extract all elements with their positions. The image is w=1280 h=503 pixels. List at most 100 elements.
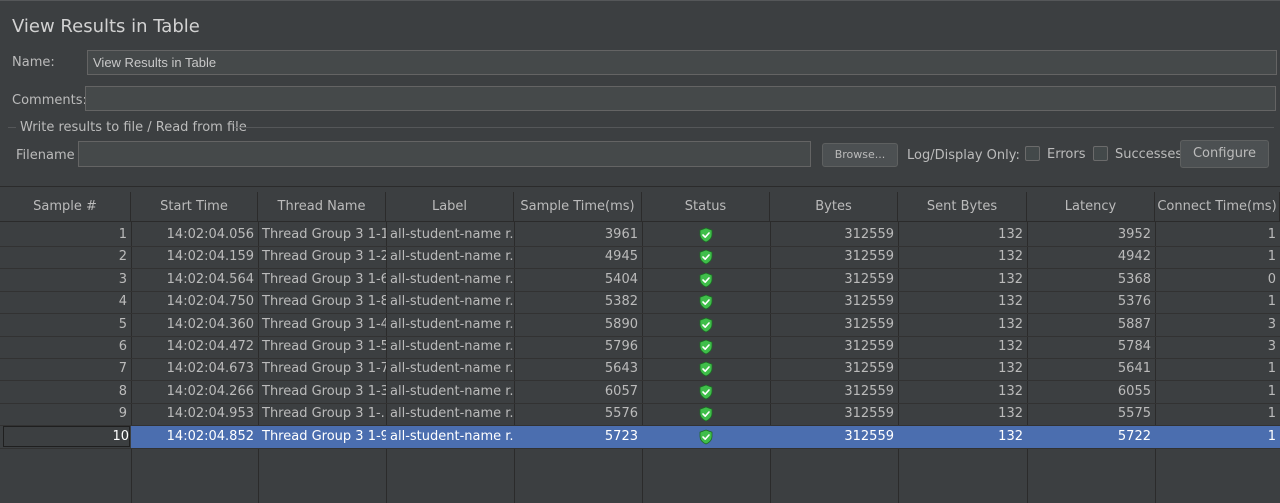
shield-check-icon [698,384,714,403]
cell-start-time: 14:02:04.852 [131,426,258,448]
filename-field[interactable] [78,141,811,167]
errors-checkbox[interactable] [1025,146,1040,161]
group-border-left [8,127,16,128]
cell-status [642,426,770,448]
cell-connect-time: 1 [1267,249,1276,264]
table-row[interactable]: 2 14:02:04.159 Thread Group 3 1-2 all-stude… [0,246,1280,268]
cell-status [642,224,770,246]
cell-latency: 3952 [1117,227,1151,242]
cell-bytes: 312559 [770,426,898,448]
table-row[interactable]: 3 14:02:04.564 Thread Group 3 1-6 all-stude… [0,269,1280,291]
cell-sample-number: 1 [118,227,127,242]
cell-start-time: 14:02:04.159 [166,249,254,264]
table-row[interactable]: 4 14:02:04.750 Thread Group 3 1-8 all-stude… [0,291,1280,313]
column-header-status[interactable]: Status [642,192,770,221]
row-divider [0,448,1280,449]
cell-latency: 5368 [1117,272,1151,287]
cell-sent-bytes: 132 [998,317,1023,332]
cell-sample-time: 5382 [604,294,638,309]
cell-sample-time: 5576 [604,406,638,421]
table-row[interactable]: 1 14:02:04.056 Thread Group 3 1-1 all-stude… [0,224,1280,246]
cell-label: all-student-name r... [390,339,514,354]
table-row[interactable]: 7 14:02:04.673 Thread Group 3 1-7 all-stude… [0,358,1280,380]
name-field[interactable] [87,50,1277,75]
cell-sample-time: 5890 [604,317,638,332]
cell-connect-time: 3 [1267,317,1276,332]
column-header-sample-time[interactable]: Sample Time(ms) [514,192,642,221]
successes-checkbox[interactable] [1093,146,1108,161]
table-row[interactable]: 8 14:02:04.266 Thread Group 3 1-3 all-stude… [0,381,1280,403]
cell-bytes: 312559 [844,361,894,376]
cell-label: all-student-name r... [390,294,514,309]
cell-thread-name: Thread Group 3 1-4 [262,317,386,332]
column-header-thread-name[interactable]: Thread Name [258,192,386,221]
column-header-bytes[interactable]: Bytes [770,192,898,221]
cell-bytes: 312559 [844,227,894,242]
cell-sample-time: 4945 [604,249,638,264]
column-header-label[interactable]: Label [386,192,514,221]
cell-start-time: 14:02:04.266 [166,384,254,399]
browse-button[interactable]: Browse... [822,143,898,167]
successes-label: Successes [1115,147,1183,162]
table-row[interactable]: 10 14:02:04.852 Thread Group 3 1-9 all-stud… [0,426,1280,448]
cell-sample-number: 5 [118,317,127,332]
cell-label: all-student-name r... [390,317,514,332]
cell-connect-time: 1 [1267,227,1276,242]
table-row[interactable]: 9 14:02:04.953 Thread Group 3 1-... all-stu… [0,403,1280,425]
cell-latency: 5887 [1117,317,1151,332]
cell-sent-bytes: 132 [898,426,1027,448]
cell-sent-bytes: 132 [998,361,1023,376]
comments-field[interactable] [85,86,1276,111]
cell-sample-time: 6057 [604,384,638,399]
table-row[interactable]: 5 14:02:04.360 Thread Group 3 1-4 all-stude… [0,314,1280,336]
cell-thread-name: Thread Group 3 1-8 [262,294,386,309]
cell-sample-number: 4 [118,294,127,309]
cell-status [642,291,770,313]
configure-button[interactable]: Configure [1180,140,1269,168]
cell-start-time: 14:02:04.673 [166,361,254,376]
column-header-sent-bytes[interactable]: Sent Bytes [898,192,1027,221]
cell-sample-number: 9 [118,406,127,421]
cell-sent-bytes: 132 [998,272,1023,287]
table-row[interactable]: 6 14:02:04.472 Thread Group 3 1-5 all-stude… [0,336,1280,358]
cell-status [642,269,770,291]
cell-latency: 5575 [1117,406,1151,421]
cell-sample-number: 7 [118,361,127,376]
sample-number-editor[interactable]: 10 [3,426,130,447]
cell-connect-time: 1 [1267,361,1276,376]
cell-sample-number: 6 [118,339,127,354]
cell-label: all-student-name r... [390,361,514,376]
panel-separator [0,186,1280,187]
cell-sent-bytes: 132 [998,294,1023,309]
column-header-sample-number[interactable]: Sample # [0,192,131,221]
shield-check-icon [698,429,714,448]
column-header-start-time[interactable]: Start Time [131,192,258,221]
cell-bytes: 312559 [844,384,894,399]
cell-sample-time: 5723 [514,426,642,448]
cell-thread-name: Thread Group 3 1-2 [262,249,386,264]
cell-status [642,314,770,336]
cell-latency: 6055 [1117,384,1151,399]
cell-label: all-student-name r... [390,249,514,264]
cell-label: all-student-name r... [390,406,514,421]
cell-bytes: 312559 [844,406,894,421]
cell-start-time: 14:02:04.953 [166,406,254,421]
cell-connect-time: 1 [1267,406,1276,421]
cell-thread-name: Thread Group 3 1-1 [262,227,386,242]
shield-check-icon [698,339,714,358]
file-group-title: Write results to file / Read from file [20,120,247,135]
cell-bytes: 312559 [844,249,894,264]
cell-connect-time: 1 [1267,294,1276,309]
cell-label: all-student-name r... [390,384,514,399]
filename-label: Filename [16,148,75,163]
cell-sent-bytes: 132 [998,227,1023,242]
column-header-latency[interactable]: Latency [1027,192,1155,221]
column-header-connect-time[interactable]: Connect Time(ms) [1155,192,1280,221]
cell-sample-time: 3961 [604,227,638,242]
name-label: Name: [12,55,55,70]
cell-label: all-student-name r... [390,227,514,242]
cell-thread-name: Thread Group 3 1-9 [258,426,386,448]
cell-status [642,381,770,403]
cell-sample-time: 5404 [604,272,638,287]
cell-status [642,403,770,425]
